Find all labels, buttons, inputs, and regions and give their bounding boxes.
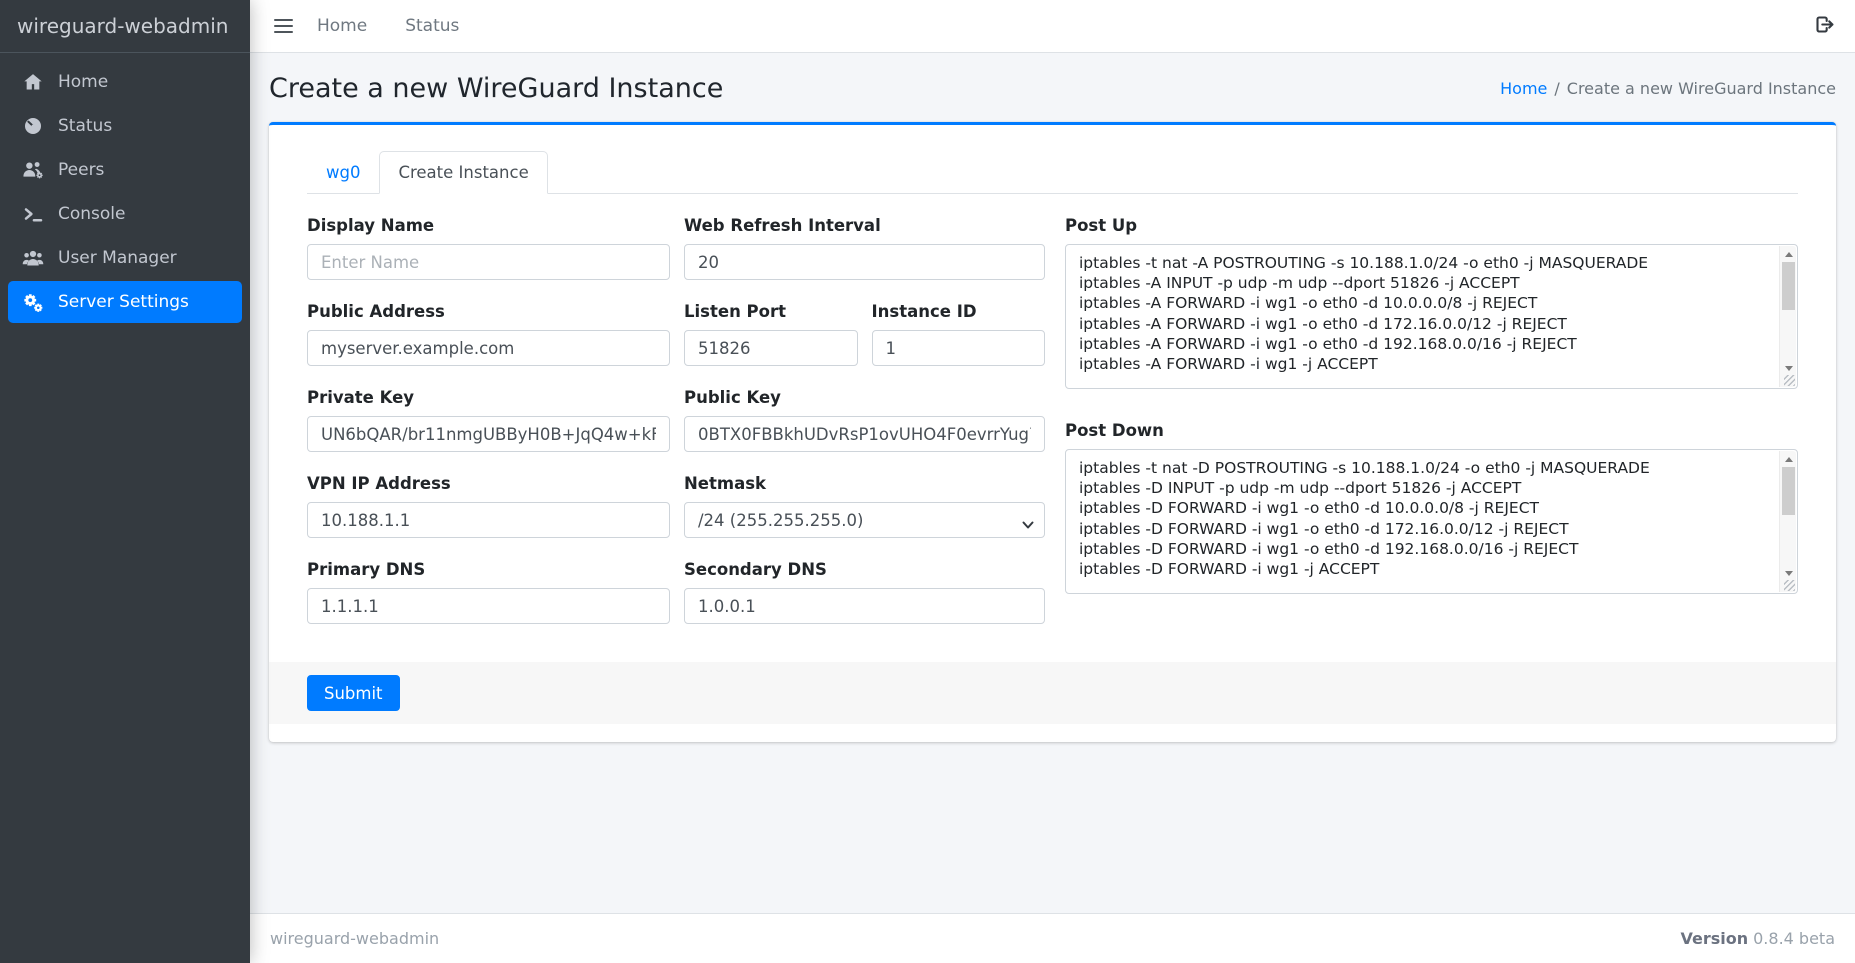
- logout-button[interactable]: [1814, 14, 1835, 39]
- post-down-label: Post Down: [1065, 421, 1798, 440]
- web-refresh-interval-label: Web Refresh Interval: [684, 216, 1045, 235]
- sign-out-icon: [1814, 14, 1835, 39]
- gauge-icon: [21, 115, 45, 137]
- sidebar-item-status[interactable]: Status: [8, 105, 242, 147]
- instance-id-input[interactable]: [872, 330, 1046, 366]
- display-name-input[interactable]: [307, 244, 670, 280]
- home-icon: [21, 71, 45, 93]
- instance-card: wg0 Create Instance Display Name Public …: [269, 122, 1836, 742]
- submit-button[interactable]: Submit: [307, 675, 400, 711]
- sidebar-item-label: User Manager: [58, 248, 177, 268]
- scroll-down-icon[interactable]: [1780, 566, 1797, 580]
- public-address-label: Public Address: [307, 302, 670, 321]
- sidebar-item-label: Peers: [58, 160, 104, 180]
- brand-link[interactable]: wireguard-webadmin: [0, 0, 250, 53]
- card-footer: Submit: [269, 662, 1836, 724]
- terminal-icon: [21, 203, 45, 225]
- sidebar-item-server-settings[interactable]: Server Settings: [8, 281, 242, 323]
- netmask-label: Netmask: [684, 474, 1045, 493]
- footer-version-label: Version: [1680, 929, 1748, 948]
- sidebar-item-user-manager[interactable]: User Manager: [8, 237, 242, 279]
- scroll-up-icon[interactable]: [1780, 452, 1797, 466]
- tab-wg0[interactable]: wg0: [307, 151, 379, 194]
- users-gear-icon: [21, 159, 45, 181]
- post-down-scrollbar[interactable]: [1779, 451, 1796, 592]
- content-area: Create a new WireGuard Instance Home / Cre…: [250, 53, 1855, 913]
- sidebar-item-home[interactable]: Home: [8, 61, 242, 103]
- users-icon: [21, 247, 45, 269]
- display-name-label: Display Name: [307, 216, 670, 235]
- netmask-select[interactable]: /24 (255.255.255.0): [684, 502, 1045, 538]
- public-key-input[interactable]: [684, 416, 1045, 452]
- private-key-label: Private Key: [307, 388, 670, 407]
- hamburger-menu-icon[interactable]: [274, 19, 293, 34]
- listen-port-input[interactable]: [684, 330, 858, 366]
- sidebar-item-label: Home: [58, 72, 108, 92]
- sidebar-item-label: Status: [58, 116, 112, 136]
- sidebar-item-label: Server Settings: [58, 292, 189, 312]
- primary-dns-label: Primary DNS: [307, 560, 670, 579]
- tab-create-instance[interactable]: Create Instance: [379, 151, 547, 194]
- public-address-input[interactable]: [307, 330, 670, 366]
- public-key-label: Public Key: [684, 388, 1045, 407]
- brand-label: wireguard-webadmin: [17, 14, 228, 38]
- instance-tabs: wg0 Create Instance: [307, 151, 1798, 194]
- footer-version-value: 0.8.4 beta: [1753, 929, 1835, 948]
- page-head: Create a new WireGuard Instance Home / Cre…: [269, 73, 1836, 104]
- sidebar-item-console[interactable]: Console: [8, 193, 242, 235]
- sidebar-menu: Home Status Peers Console User Manager: [0, 53, 250, 333]
- footer-version: Version 0.8.4 beta: [1680, 929, 1835, 948]
- vpn-ip-address-input[interactable]: [307, 502, 670, 538]
- instance-form: Display Name Public Address Private Key: [307, 216, 1798, 646]
- top-navbar: Home Status: [250, 0, 1855, 53]
- breadcrumb-home-link[interactable]: Home: [1500, 79, 1547, 98]
- post-down-textarea[interactable]: iptables -t nat -D POSTROUTING -s 10.188…: [1066, 450, 1797, 593]
- scroll-down-icon[interactable]: [1780, 361, 1797, 375]
- post-up-textarea[interactable]: iptables -t nat -A POSTROUTING -s 10.188…: [1066, 245, 1797, 388]
- topnav-link-status[interactable]: Status: [405, 16, 459, 36]
- scroll-up-icon[interactable]: [1780, 247, 1797, 261]
- main-column: Home Status Create a new WireGuard Insta…: [250, 0, 1855, 963]
- listen-port-label: Listen Port: [684, 302, 858, 321]
- vpn-ip-address-label: VPN IP Address: [307, 474, 670, 493]
- secondary-dns-label: Secondary DNS: [684, 560, 1045, 579]
- web-refresh-interval-input[interactable]: [684, 244, 1045, 280]
- scrollbar-thumb[interactable]: [1782, 467, 1795, 515]
- primary-dns-input[interactable]: [307, 588, 670, 624]
- sidebar-item-peers[interactable]: Peers: [8, 149, 242, 191]
- post-up-scrollbar[interactable]: [1779, 246, 1796, 387]
- private-key-input[interactable]: [307, 416, 670, 452]
- sidebar-item-label: Console: [58, 204, 126, 224]
- secondary-dns-input[interactable]: [684, 588, 1045, 624]
- gears-icon: [21, 291, 45, 313]
- topnav-link-home[interactable]: Home: [317, 16, 367, 36]
- breadcrumb-current: Create a new WireGuard Instance: [1567, 79, 1836, 98]
- scrollbar-thumb[interactable]: [1782, 262, 1795, 310]
- breadcrumb: Home / Create a new WireGuard Instance: [1500, 79, 1836, 98]
- post-up-label: Post Up: [1065, 216, 1798, 235]
- footer-app-name: wireguard-webadmin: [270, 929, 439, 948]
- sidebar: wireguard-webadmin Home Status Peers Co: [0, 0, 250, 963]
- page-footer: wireguard-webadmin Version 0.8.4 beta: [250, 913, 1855, 963]
- instance-id-label: Instance ID: [872, 302, 1046, 321]
- breadcrumb-separator: /: [1554, 79, 1559, 98]
- resize-grip-icon[interactable]: [1784, 375, 1795, 386]
- page-title: Create a new WireGuard Instance: [269, 73, 723, 104]
- resize-grip-icon[interactable]: [1784, 580, 1795, 591]
